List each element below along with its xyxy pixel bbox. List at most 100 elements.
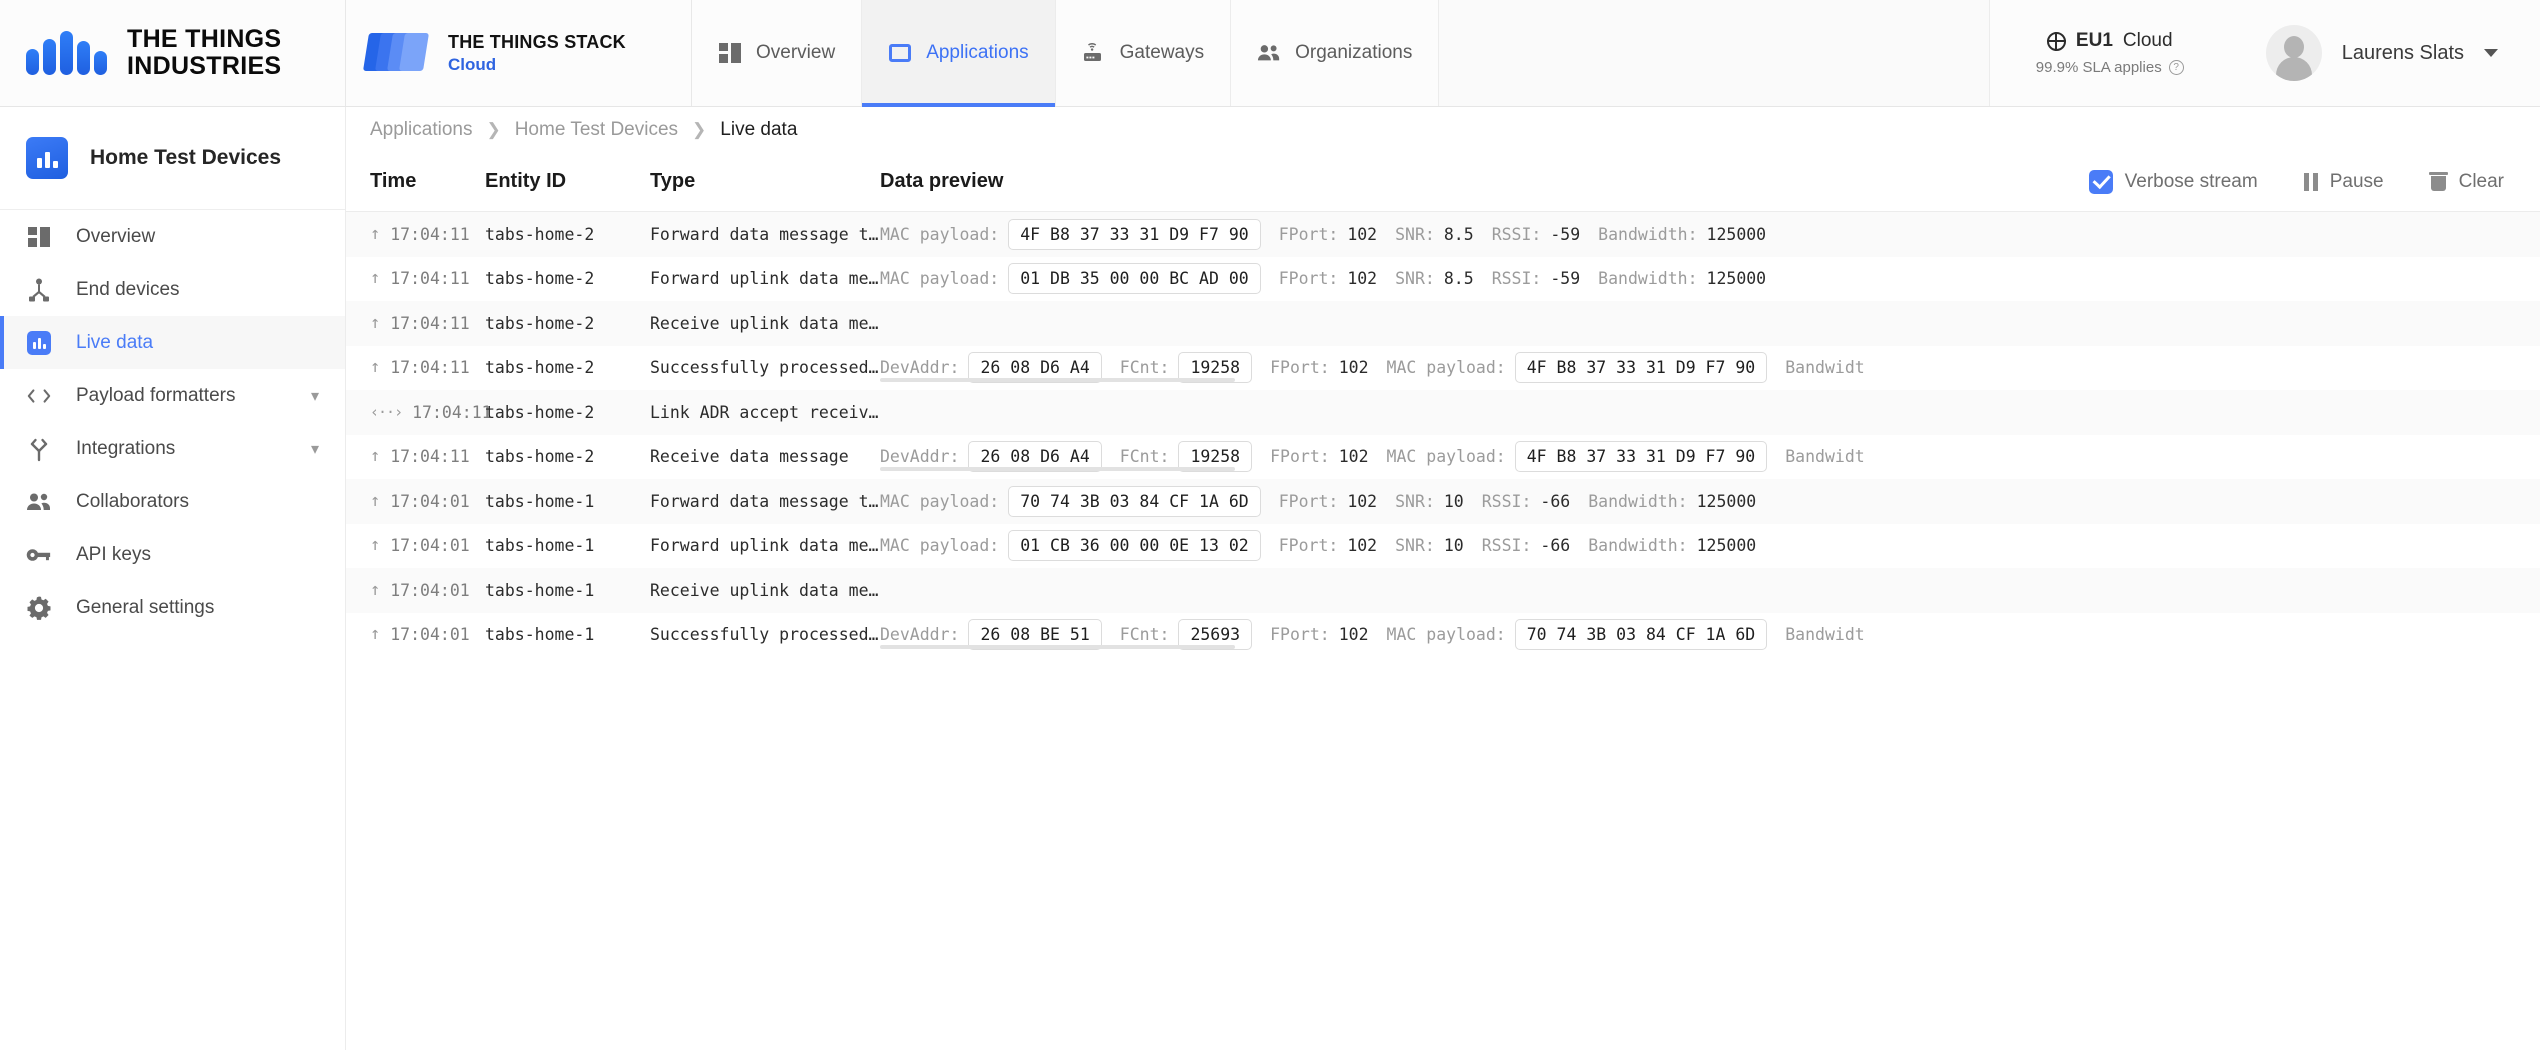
sidebar-item-collaborators[interactable]: Collaborators [0, 475, 345, 528]
horizontal-scrollbar[interactable] [880, 378, 1235, 382]
field-label: RSSI: [1482, 492, 1532, 511]
field-value-chip[interactable]: 70 74 3B 03 84 CF 1A 6D [1515, 619, 1767, 650]
nav-tab-gateways[interactable]: Gateways [1056, 0, 1231, 106]
sidebar-item-integrations[interactable]: Integrations ▾ [0, 422, 345, 475]
integrations-icon [26, 436, 52, 462]
field-label: MAC payload: [880, 492, 999, 511]
gear-icon [26, 595, 52, 621]
field-label: Bandwidt [1785, 625, 1864, 644]
main-content: Applications ❯ Home Test Devices ❯ Live … [346, 107, 2540, 1050]
chevron-down-icon[interactable]: ▾ [311, 439, 319, 459]
field-value-chip[interactable]: 01 CB 36 00 00 0E 13 02 [1008, 530, 1260, 561]
arrow-up-icon: ↑ [370, 582, 380, 599]
chevron-down-icon[interactable] [2484, 49, 2498, 57]
breadcrumb-item-applications[interactable]: Applications [370, 119, 472, 141]
devices-icon [26, 277, 52, 303]
table-row[interactable]: ↑17:04:11tabs-home-2Forward data message… [346, 212, 2540, 257]
field-label: RSSI: [1492, 269, 1542, 288]
table-row[interactable]: ↑17:04:01tabs-home-1Forward data message… [346, 479, 2540, 524]
cell-data-preview: MAC payload:01 CB 36 00 00 0E 13 02FPort… [880, 530, 2540, 561]
cell-entity-id: tabs-home-2 [485, 314, 650, 333]
nav-tab-applications-label: Applications [926, 42, 1028, 64]
table-row[interactable]: ↑17:04:01tabs-home-1Receive uplink data … [346, 568, 2540, 613]
field-value-chip[interactable]: 70 74 3B 03 84 CF 1A 6D [1008, 486, 1260, 517]
sidebar-item-api-keys[interactable]: API keys [0, 528, 345, 581]
nav-tab-organizations[interactable]: Organizations [1231, 0, 1439, 106]
avatar [2266, 25, 2322, 81]
cell-entity-id: tabs-home-1 [485, 581, 650, 600]
sidebar-item-overview[interactable]: Overview [0, 210, 345, 263]
field-label: MAC payload: [1387, 447, 1506, 466]
table-row[interactable]: ↑17:04:11tabs-home-2Receive uplink data … [346, 301, 2540, 346]
cell-data-preview: DevAddr:26 08 BE 51FCnt:25693FPort:102MA… [880, 619, 2540, 650]
breadcrumb-item-home-test-devices[interactable]: Home Test Devices [515, 119, 678, 141]
sidebar-item-payload-formatters[interactable]: Payload formatters ▾ [0, 369, 345, 422]
top-header: THE THINGS INDUSTRIES THE THINGS STACK C… [0, 0, 2540, 107]
field-label: Bandwidth: [1588, 492, 1687, 511]
field-value: 102 [1347, 269, 1377, 288]
field-label: DevAddr: [880, 447, 959, 466]
live-data-table: Time Entity ID Type Data preview Verbose… [346, 152, 2540, 1050]
gateway-icon [1082, 41, 1106, 65]
cell-type: Receive data message [650, 447, 880, 466]
field-value: -59 [1550, 269, 1580, 288]
field-value: 102 [1347, 536, 1377, 555]
checkbox-checked-icon[interactable] [2089, 170, 2113, 194]
table-row[interactable]: ‹··›17:04:11tabs-home-2Link ADR accept r… [346, 390, 2540, 435]
code-icon [26, 383, 52, 409]
field-value: 125000 [1707, 225, 1767, 244]
question-mark-icon[interactable]: ? [2169, 60, 2184, 75]
field-value: -59 [1550, 225, 1580, 244]
table-row[interactable]: ↑17:04:11tabs-home-2Forward uplink data … [346, 257, 2540, 302]
cell-type: Forward data message to Ap… [650, 492, 880, 511]
sidebar-item-live-data[interactable]: Live data [0, 316, 345, 369]
table-row[interactable]: ↑17:04:11tabs-home-2Receive data message… [346, 435, 2540, 480]
cell-time: ‹··›17:04:11 [370, 403, 485, 422]
table-row[interactable]: ↑17:04:11tabs-home-2Successfully process… [346, 346, 2540, 391]
field-label: Bandwidt [1785, 447, 1864, 466]
column-header-entity-id: Entity ID [485, 170, 650, 193]
clear-button[interactable]: Clear [2430, 171, 2504, 193]
sidebar-item-end-devices[interactable]: End devices [0, 263, 345, 316]
arrow-up-icon: ↑ [370, 315, 380, 332]
table-row[interactable]: ↑17:04:01tabs-home-1Successfully process… [346, 613, 2540, 658]
field-value-chip[interactable]: 4F B8 37 33 31 D9 F7 90 [1008, 219, 1260, 250]
user-menu[interactable]: Laurens Slats [2230, 0, 2540, 106]
verbose-stream-toggle[interactable]: Verbose stream [2089, 170, 2258, 194]
field-label: FPort: [1279, 492, 1339, 511]
cell-time: ↑17:04:01 [370, 492, 485, 511]
sidebar-app-header[interactable]: Home Test Devices [0, 107, 345, 210]
field-value-chip[interactable]: 4F B8 37 33 31 D9 F7 90 [1515, 441, 1767, 472]
field-value: 102 [1347, 492, 1377, 511]
cell-type: Link ADR accept received [650, 403, 880, 422]
chevron-down-icon[interactable]: ▾ [311, 386, 319, 406]
the-things-industries-logo[interactable]: THE THINGS INDUSTRIES [0, 0, 346, 106]
cell-type: Successfully processed dat… [650, 358, 880, 377]
region-indicator[interactable]: EU1 Cloud 99.9% SLA applies ? [1989, 0, 2230, 106]
sidebar-item-general-settings[interactable]: General settings [0, 581, 345, 634]
horizontal-scrollbar[interactable] [880, 467, 1235, 471]
table-row[interactable]: ↑17:04:01tabs-home-1Forward uplink data … [346, 524, 2540, 569]
field-value: -66 [1540, 492, 1570, 511]
the-things-stack-logo[interactable]: THE THINGS STACK Cloud [346, 0, 692, 106]
cell-entity-id: tabs-home-2 [485, 225, 650, 244]
cell-type: Receive uplink data message [650, 314, 880, 333]
field-value: 125000 [1707, 269, 1767, 288]
cell-data-preview: DevAddr:26 08 D6 A4FCnt:19258FPort:102MA… [880, 441, 2540, 472]
sidebar-item-label: Live data [76, 332, 153, 354]
pause-button[interactable]: Pause [2304, 171, 2384, 193]
stack-layers-icon [366, 31, 430, 75]
sidebar-item-label: End devices [76, 279, 180, 301]
field-label: FCnt: [1120, 447, 1170, 466]
trash-icon [2430, 172, 2447, 191]
nav-tab-overview[interactable]: Overview [692, 0, 862, 106]
field-value-chip[interactable]: 01 DB 35 00 00 BC AD 00 [1008, 263, 1260, 294]
horizontal-scrollbar[interactable] [880, 645, 1235, 649]
nav-tab-applications[interactable]: Applications [862, 0, 1055, 106]
arrow-up-icon: ↑ [370, 270, 380, 287]
arrow-up-icon: ↑ [370, 537, 380, 554]
field-label: RSSI: [1482, 536, 1532, 555]
cell-type: Receive uplink data message [650, 581, 880, 600]
key-icon [26, 542, 52, 568]
field-value-chip[interactable]: 4F B8 37 33 31 D9 F7 90 [1515, 352, 1767, 383]
